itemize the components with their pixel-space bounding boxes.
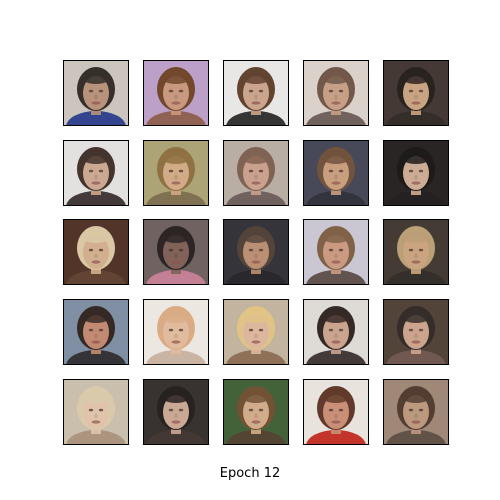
- generated-face-sample: [303, 379, 369, 445]
- face-image: [384, 220, 448, 284]
- face-image: [304, 300, 368, 364]
- sample-figure: Epoch 12: [0, 0, 500, 500]
- generated-face-sample: [143, 219, 209, 285]
- generated-face-sample: [223, 60, 289, 126]
- face-image: [304, 141, 368, 205]
- face-image: [224, 300, 288, 364]
- face-image: [64, 141, 128, 205]
- face-image: [304, 220, 368, 284]
- face-image: [144, 300, 208, 364]
- generated-face-sample: [383, 140, 449, 206]
- face-image: [224, 141, 288, 205]
- generated-face-sample: [303, 60, 369, 126]
- epoch-caption: Epoch 12: [219, 466, 281, 481]
- generated-face-sample: [63, 140, 129, 206]
- generated-face-sample: [383, 60, 449, 126]
- generated-face-sample: [63, 60, 129, 126]
- generated-face-sample: [143, 379, 209, 445]
- generated-face-sample: [143, 299, 209, 365]
- face-image: [384, 61, 448, 125]
- generated-face-sample: [63, 299, 129, 365]
- face-image: [224, 61, 288, 125]
- face-image: [144, 220, 208, 284]
- generated-face-sample: [223, 299, 289, 365]
- generated-face-sample: [303, 140, 369, 206]
- generated-face-sample: [143, 60, 209, 126]
- generated-face-sample: [143, 140, 209, 206]
- face-image: [64, 380, 128, 444]
- face-image: [64, 300, 128, 364]
- face-image: [64, 220, 128, 284]
- generated-face-sample: [303, 219, 369, 285]
- face-image: [224, 220, 288, 284]
- generated-face-sample: [303, 299, 369, 365]
- face-image: [144, 380, 208, 444]
- generated-face-sample: [383, 219, 449, 285]
- face-image: [384, 380, 448, 444]
- face-image: [224, 380, 288, 444]
- generated-face-sample: [223, 219, 289, 285]
- generated-face-sample: [223, 140, 289, 206]
- face-image: [304, 380, 368, 444]
- generated-face-sample: [63, 219, 129, 285]
- face-image: [144, 141, 208, 205]
- face-image: [384, 141, 448, 205]
- generated-face-sample: [383, 379, 449, 445]
- face-image: [384, 300, 448, 364]
- face-image: [144, 61, 208, 125]
- generated-face-sample: [223, 379, 289, 445]
- generated-face-sample: [63, 379, 129, 445]
- face-image: [64, 61, 128, 125]
- face-image: [304, 61, 368, 125]
- generated-face-sample: [383, 299, 449, 365]
